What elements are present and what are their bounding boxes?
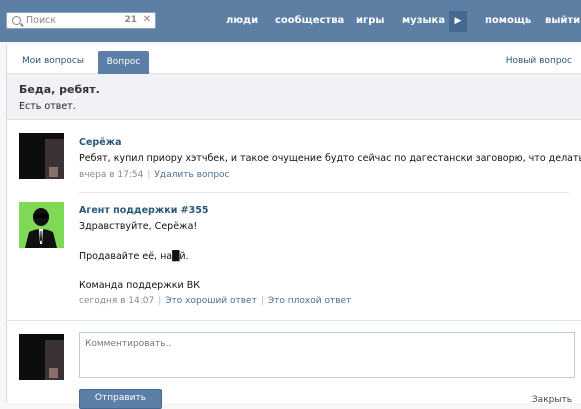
- tab-my-questions[interactable]: Мои вопросы: [22, 56, 84, 66]
- nav-music[interactable]: музыка: [402, 15, 445, 26]
- nav-people[interactable]: люди: [226, 15, 258, 26]
- post-author[interactable]: Серёжа: [79, 137, 122, 148]
- avatar[interactable]: [19, 133, 64, 179]
- user-photo-icon: [19, 133, 64, 179]
- comment-placeholder: Комментировать..: [85, 339, 172, 349]
- main-panel: Мои вопросы Вопрос Новый вопрос Беда, ре…: [6, 45, 581, 409]
- post-time[interactable]: вчера в 17:54: [79, 170, 143, 180]
- answer-signature: Команда поддержки ВК: [79, 280, 200, 291]
- search-count-badge: 21: [124, 15, 137, 25]
- tab-bar: Мои вопросы Вопрос Новый вопрос: [7, 51, 581, 74]
- question-status: Есть ответ.: [19, 101, 76, 112]
- agent-silhouette-icon: [19, 202, 64, 248]
- agent-avatar[interactable]: [19, 202, 64, 248]
- close-link[interactable]: Закрыть: [532, 395, 572, 405]
- search-icon: [12, 16, 21, 25]
- post-meta: вчера в 17:54 | Удалить вопрос: [79, 170, 230, 180]
- user-photo-icon: [19, 334, 64, 380]
- agent-name[interactable]: Агент поддержки #355: [79, 205, 208, 216]
- search-clear-icon[interactable]: ✕: [143, 14, 151, 25]
- answer-text: Продавайте её, на█й.: [79, 251, 189, 262]
- search-placeholder: Поиск: [26, 15, 57, 26]
- divider: [7, 320, 581, 321]
- nav-communities[interactable]: сообщества: [275, 15, 344, 26]
- answer-time[interactable]: сегодня в 14:07: [79, 296, 154, 306]
- answer-greeting: Здравствуйте, Серёжа!: [79, 221, 198, 232]
- delete-question-link[interactable]: Удалить вопрос: [154, 170, 229, 180]
- answer-meta: сегодня в 14:07 | Это хороший ответ | Это пл…: [79, 296, 352, 306]
- divider: [79, 192, 569, 193]
- avatar[interactable]: [19, 334, 64, 380]
- question-header: Беда, ребят. Есть ответ.: [7, 74, 581, 120]
- tab-question[interactable]: Вопрос: [98, 51, 149, 74]
- music-play-icon[interactable]: ▶: [449, 11, 467, 32]
- good-answer-link[interactable]: Это хороший ответ: [165, 296, 257, 306]
- nav-logout[interactable]: выйти: [545, 15, 580, 26]
- top-bar: Поиск 21 ✕ люди сообщества игры музыка ▶…: [0, 0, 581, 42]
- comment-input[interactable]: Комментировать..: [79, 332, 575, 378]
- submit-comment-button[interactable]: Отправить: [79, 389, 162, 409]
- question-title: Беда, ребят.: [19, 83, 100, 96]
- new-question-link[interactable]: Новый вопрос: [506, 56, 572, 66]
- post-text: Ребят, купил приору хэтчбек, и такое очу…: [79, 153, 581, 164]
- search-input[interactable]: Поиск 21 ✕: [6, 12, 156, 29]
- nav-help[interactable]: помощь: [485, 15, 531, 26]
- bad-answer-link[interactable]: Это плохой ответ: [268, 296, 351, 306]
- nav-games[interactable]: игры: [356, 15, 384, 26]
